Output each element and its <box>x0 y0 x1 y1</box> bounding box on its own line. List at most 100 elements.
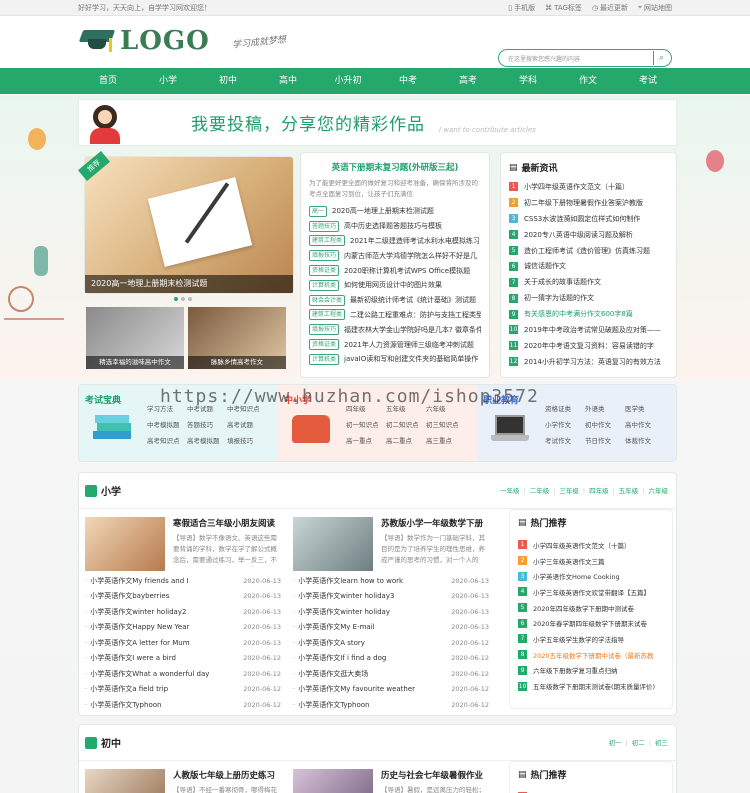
featured-title[interactable]: 英语下册期末复习题(外研版三起) <box>309 161 481 173</box>
featured-item[interactable]: 计算机类 如何使用网页设计中的图片效果 <box>309 278 481 293</box>
grade-link[interactable]: 一年级 <box>500 485 520 495</box>
nav-item[interactable]: 小学 <box>138 68 198 94</box>
list-item[interactable]: 小学英语作文bayberries 2020-06-13 <box>85 589 281 605</box>
category-link[interactable]: 高三重点 <box>426 435 466 445</box>
slider-dot[interactable] <box>174 297 178 301</box>
list-item[interactable]: 小学英语作文A letter for Mum 2020-06-13 <box>85 635 281 651</box>
hot-item[interactable]: 10 五年级数学下册期末测试卷(期末质量评价) <box>518 678 664 694</box>
search-input[interactable]: 在这里搜索您感兴趣的内容 ⌕ <box>498 49 672 67</box>
hot-item[interactable]: 1 小学四年级英语作文范文（十篇） <box>518 537 664 553</box>
category-link[interactable]: 外语类 <box>585 403 625 413</box>
hot-item[interactable]: 8 2020五年级数学下册期中试卷（最新苏教 <box>518 647 664 663</box>
section-title[interactable]: 小学 <box>101 483 121 498</box>
grade-link[interactable]: 初二 <box>622 737 645 747</box>
featured-item[interactable]: 答题技巧 高中历史选择题答题技巧与模板 <box>309 219 481 234</box>
category-link[interactable]: 初二知识点 <box>386 419 426 429</box>
grade-link[interactable]: 二年级 <box>519 485 550 495</box>
category-link[interactable]: 初中作文 <box>585 419 625 429</box>
featured-slider[interactable]: 推荐 2020高一地理上册期末检测试题 <box>78 150 294 294</box>
latest-item[interactable]: 3 CSS3水波涟漪如圆定位样式如何制作 <box>509 211 668 227</box>
grade-link[interactable]: 初三 <box>645 737 668 747</box>
featured-item[interactable]: 资格证类 2021年人力资源管理师三级临考冲刺试题 <box>309 337 481 352</box>
feature-article[interactable]: 人教版七年级上册历史练习 【导语】不经一番寒彻骨，哪得梅花扑鼻香。下面 <box>85 769 285 793</box>
list-item[interactable]: 小学英语作文What a wonderful day 2020-06-12 <box>85 666 281 682</box>
featured-item[interactable]: 财会会计类 最新初级统计师考试《统计基础》测试题 <box>309 293 481 308</box>
latest-item[interactable]: 2 初二年级下册物理暑假作业答案沪教版 <box>509 195 668 211</box>
nav-item[interactable]: 考试 <box>618 68 678 94</box>
featured-item[interactable]: 填报技巧 内蒙古师范大学鸿德学院怎么样好不好是几 <box>309 248 481 263</box>
slider-dot[interactable] <box>181 297 185 301</box>
nav-item[interactable]: 中考 <box>378 68 438 94</box>
category-link[interactable]: 答题技巧 <box>187 419 227 429</box>
category-link[interactable]: 高考知识点 <box>147 435 187 445</box>
category-link[interactable]: 小学作文 <box>545 419 585 429</box>
list-item[interactable]: 小学英语作文winter holiday2 2020-06-13 <box>85 604 281 620</box>
nav-item[interactable]: 首页 <box>78 68 138 94</box>
list-item[interactable]: 小学英语作文My E-mail 2020-06-13 <box>293 620 489 636</box>
logo[interactable]: LOGO 学习成就梦想 <box>78 26 286 56</box>
nav-item[interactable]: 高考 <box>438 68 498 94</box>
thumb-card[interactable]: 精选幸福的滋味高中作文 <box>86 307 184 369</box>
latest-item[interactable]: 9 有关感恩的中考满分作文600字8篇 <box>509 306 668 322</box>
latest-item[interactable]: 12 2014小升初学习方法：英语复习的有效方法 <box>509 354 668 370</box>
grade-link[interactable]: 六年级 <box>638 485 669 495</box>
search-button[interactable]: ⌕ <box>653 51 669 65</box>
featured-item[interactable]: 计算机类 javaIO读和写和创建文件夹的基础简单操作 <box>309 352 481 367</box>
hot-item[interactable]: 4 小学三年级英语作文欢堂带翻译【五篇】 <box>518 584 664 600</box>
latest-item[interactable]: 7 关于成长的故事话题作文 <box>509 274 668 290</box>
featured-item[interactable]: 资格证类 2020职称计算机考试WPS Office模拟题 <box>309 263 481 278</box>
latest-item[interactable]: 4 2020专八英语中级阅读习题及解析 <box>509 227 668 243</box>
hot-item[interactable]: 5 2020年四年级数学下册期中测试卷 <box>518 600 664 616</box>
grade-link[interactable]: 初一 <box>609 737 622 747</box>
category-link[interactable]: 体裁作文 <box>625 435 665 445</box>
category-link[interactable]: 填报技巧 <box>227 435 267 445</box>
category-link[interactable]: 考试作文 <box>545 435 585 445</box>
latest-item[interactable]: 11 2020年中考语文复习资料：容易读错的字 <box>509 338 668 354</box>
contribute-banner[interactable]: 我要投稿，分享您的精彩作品 I want to contribute artic… <box>78 99 677 146</box>
category-link[interactable]: 高二重点 <box>386 435 426 445</box>
list-item[interactable]: 小学英语作文逛大卖场 2020-06-12 <box>293 666 489 682</box>
category-link[interactable]: 高中作文 <box>625 419 665 429</box>
category-link[interactable]: 高考模拟题 <box>187 435 227 445</box>
list-item[interactable]: 小学英语作文Typhoon 2020-06-12 <box>85 697 281 713</box>
nav-item[interactable]: 小升初 <box>318 68 378 94</box>
category-link[interactable]: 初一知识点 <box>346 419 386 429</box>
hot-item[interactable]: 9 六年级下册数学复习重点归纳 <box>518 663 664 679</box>
list-item[interactable]: 小学英语作文Typhoon 2020-06-12 <box>293 697 489 713</box>
mobile-link[interactable]: ▯ 手机版 <box>508 3 535 13</box>
grade-link[interactable]: 三年级 <box>549 485 579 495</box>
category-link[interactable]: 资格证类 <box>545 403 585 413</box>
list-item[interactable]: 小学英语作文My favourite weather 2020-06-12 <box>293 682 489 698</box>
feature-article[interactable]: 苏教版小学一年级数学下册 【导语】数学作为一门基础学科，其目的是为了培养学生的理… <box>293 517 493 573</box>
nav-item[interactable]: 作文 <box>558 68 618 94</box>
nav-item[interactable]: 学科 <box>498 68 558 94</box>
category-link[interactable]: 中考模拟题 <box>147 419 187 429</box>
slider-dot[interactable] <box>188 297 192 301</box>
latest-item[interactable]: 8 初一猜字为话题的作文 <box>509 290 668 306</box>
list-item[interactable]: 小学英语作文My friends and I 2020-06-13 <box>85 573 281 589</box>
section-title[interactable]: 初中 <box>101 735 121 750</box>
category-link[interactable]: 高一重点 <box>346 435 386 445</box>
latest-item[interactable]: 5 造价工程师考试《造价管理》仿真练习题 <box>509 243 668 259</box>
list-item[interactable]: 小学英语作文winter holiday 2020-06-13 <box>293 604 489 620</box>
grade-link[interactable]: 四年级 <box>579 485 609 495</box>
recent-link[interactable]: ◷ 最近更新 <box>592 3 628 13</box>
tag-link[interactable]: ⌘ TAG标签 <box>545 3 582 13</box>
nav-item[interactable]: 高中 <box>258 68 318 94</box>
category-link[interactable]: 医学类 <box>625 403 665 413</box>
list-item[interactable]: 小学英语作文Happy New Year 2020-06-13 <box>85 620 281 636</box>
hot-item[interactable]: 3 小学英语作文Home Cooking <box>518 568 664 584</box>
hot-item[interactable]: 6 2020年春学期四年级数学下册期末试卷 <box>518 615 664 631</box>
list-item[interactable]: 小学英语作文winter holiday3 2020-06-13 <box>293 589 489 605</box>
thumb-card[interactable]: 脉脉乡情高考作文 <box>188 307 286 369</box>
list-item[interactable]: 小学英语作文If i find a dog 2020-06-12 <box>293 651 489 667</box>
list-item[interactable]: 小学英语作文I were a bird 2020-06-12 <box>85 651 281 667</box>
latest-item[interactable]: 10 2019年中考政治考试常见破题及应对策—— <box>509 322 668 338</box>
hot-item[interactable]: 1初二上册语文下册暑假作业答案部编 <box>518 789 664 793</box>
grade-link[interactable]: 五年级 <box>609 485 639 495</box>
list-item[interactable]: 小学英语作文a field trip 2020-06-12 <box>85 682 281 698</box>
featured-item[interactable]: 建筑工程类 2021年二级建造师考试水利水电模拟练习 <box>309 234 481 249</box>
hot-item[interactable]: 7 小学五年级学生数学的学法指导 <box>518 631 664 647</box>
sitemap-link[interactable]: ⌖ 网站地图 <box>638 3 672 13</box>
featured-item[interactable]: 填报技巧 福建农林大学金山学院好吗是几本? 徽章条件 <box>309 322 481 337</box>
